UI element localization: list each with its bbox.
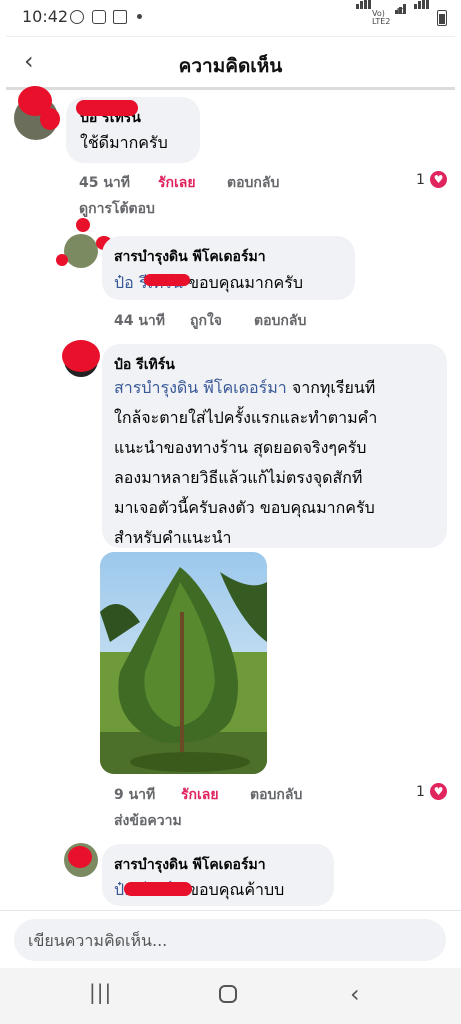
redaction-mark bbox=[68, 846, 92, 868]
redaction-mark bbox=[40, 108, 60, 130]
reply-button[interactable]: ตอบกลับ bbox=[254, 310, 306, 332]
redaction-mark bbox=[76, 100, 138, 116]
back-nav-icon[interactable]: ‹ bbox=[350, 980, 360, 1008]
clock: 10:42 bbox=[22, 7, 69, 26]
comment-bubble: สารบำรุงดิน พีโคเดอร์มา ป๋อ รีเทิร์น ขอบ… bbox=[102, 236, 355, 300]
commenter-name[interactable]: สารบำรุงดิน พีโคเดอร์มา bbox=[114, 246, 266, 268]
notification-dot-icon bbox=[137, 14, 142, 19]
reaction-count: 1 bbox=[416, 172, 425, 188]
gallery-icon bbox=[113, 10, 127, 24]
redaction-mark bbox=[76, 218, 90, 232]
status-bar: 10:42 Vo) LTE2 4G bbox=[0, 0, 461, 34]
comment-bubble: สารบำรุงดิน พีโคเดอร์มา ป๋อ รีเทิร์น ขอบ… bbox=[102, 844, 334, 906]
view-replies-link[interactable]: ดูการโต้ตอบ bbox=[79, 198, 155, 220]
page-header: ‹ ความคิดเห็น bbox=[6, 36, 455, 90]
comment-time: 9 นาที bbox=[114, 787, 156, 803]
system-nav-bar: ||| ‹ bbox=[0, 968, 461, 1024]
comment-photo[interactable] bbox=[100, 552, 267, 774]
home-icon[interactable] bbox=[219, 985, 237, 1003]
comment-time: 45 นาที bbox=[79, 175, 131, 191]
comment-text: ป๋อ รีเทิร์น ขอบคุณมากครับ bbox=[114, 273, 304, 292]
volte-label: Vo) LTE2 bbox=[372, 9, 391, 26]
redaction-mark bbox=[62, 340, 100, 372]
line-icon bbox=[92, 10, 106, 24]
comment-text: ใช้ดีมากครับ bbox=[80, 133, 168, 152]
heart-icon[interactable]: ♥ bbox=[430, 783, 447, 800]
reaction-count: 1 bbox=[416, 784, 425, 800]
commenter-name[interactable]: สารบำรุงดิน พีโคเดอร์มา bbox=[114, 854, 266, 876]
avatar[interactable] bbox=[64, 234, 98, 268]
comment-text: สารบำรุงดิน พีโคเดอร์มา จากทุเรียนที ใกล… bbox=[114, 378, 378, 547]
love-button[interactable]: รักเลย bbox=[158, 172, 196, 194]
comment-input[interactable] bbox=[14, 919, 446, 961]
send-message-link[interactable]: ส่งข้อความ bbox=[114, 810, 182, 832]
battery-icon bbox=[437, 10, 447, 26]
page-title: ความคิดเห็น bbox=[178, 55, 283, 77]
comment-time: 44 นาที bbox=[114, 313, 166, 329]
comment-bubble: ป๋อ รีเทิร์น สารบำรุงดิน พีโคเดอร์มา จาก… bbox=[102, 344, 447, 548]
reply-button[interactable]: ตอบกลับ bbox=[227, 172, 279, 194]
recent-apps-icon[interactable]: ||| bbox=[89, 980, 112, 1004]
reply-button[interactable]: ตอบกลับ bbox=[250, 784, 302, 806]
love-button[interactable]: รักเลย bbox=[181, 784, 219, 806]
redaction-mark bbox=[144, 274, 190, 286]
mention-link[interactable]: สารบำรุงดิน พีโคเดอร์มา bbox=[114, 378, 287, 397]
redaction-mark bbox=[56, 254, 68, 266]
redaction-mark bbox=[124, 882, 192, 896]
navigation-icon bbox=[70, 10, 84, 24]
like-button[interactable]: ถูกใจ bbox=[190, 310, 222, 332]
comment-input-bar bbox=[0, 910, 461, 969]
heart-icon[interactable]: ♥ bbox=[430, 171, 447, 188]
